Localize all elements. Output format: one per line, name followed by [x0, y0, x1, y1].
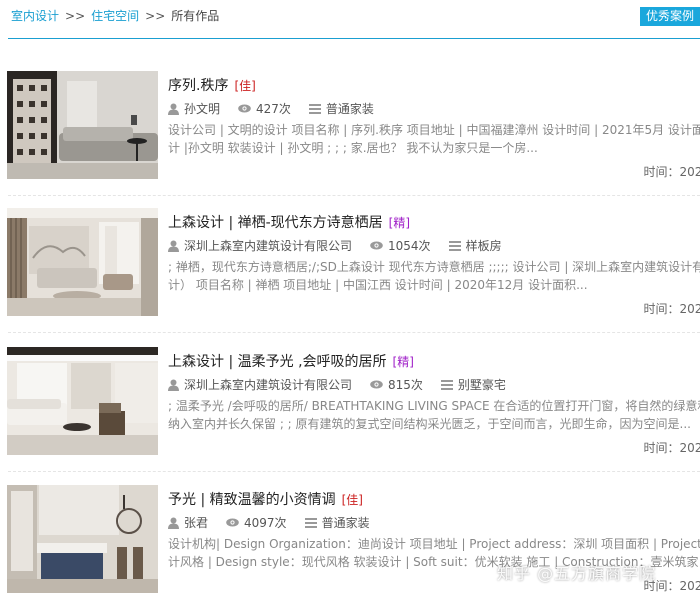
- item-info: 上森设计 | 温柔予光 ,会呼吸的居所 [精] 深圳上森室内建筑设计有限公司 81…: [168, 347, 700, 457]
- item-divider: [8, 332, 700, 333]
- item-time: 时间：2021-0: [643, 165, 700, 179]
- eye-icon: [238, 104, 251, 113]
- item-meta: 深圳上森室内建筑设计有限公司 1054次 样板房: [168, 237, 520, 254]
- breadcrumb-current: 所有作品: [171, 9, 220, 23]
- zhihu-watermark: 知乎 @五方旗商学院: [497, 564, 657, 583]
- breadcrumb-link-residential[interactable]: 住宅空间: [91, 9, 139, 23]
- list-item[interactable]: 序列.秩序 [佳] 孙文明 427次 普通家装 设计公司 | 文明的设计 项目名称…: [7, 71, 700, 181]
- project-thumbnail[interactable]: [7, 208, 158, 316]
- item-author: 张君: [184, 516, 209, 530]
- item-title[interactable]: 上森设计 | 温柔予光 ,会呼吸的居所 [精]: [168, 351, 414, 371]
- item-description: ; 禅栖，现代东方诗意栖居;/;SD上森设计 现代东方诗意栖居 ;;;;; 设计…: [168, 260, 700, 292]
- item-time: 时间：2021-0: [643, 302, 700, 316]
- user-icon: [168, 103, 179, 115]
- list-item[interactable]: 上森设计 | 温柔予光 ,会呼吸的居所 [精] 深圳上森室内建筑设计有限公司 81…: [7, 347, 700, 457]
- item-views: 4097次: [244, 516, 287, 530]
- item-description: ; 温柔予光 /会呼吸的居所/ BREATHTAKING LIVING SPAC…: [168, 399, 700, 431]
- quality-tag: [佳]: [234, 79, 256, 93]
- item-title[interactable]: 序列.秩序 [佳]: [168, 75, 256, 95]
- eye-icon: [370, 241, 383, 250]
- item-category[interactable]: 普通家装: [322, 514, 370, 531]
- list-item[interactable]: 上森设计 | 禅栖-现代东方诗意栖居 [精] 深圳上森室内建筑设计有限公司 105…: [7, 208, 700, 318]
- user-icon: [168, 517, 179, 529]
- item-author: 深圳上森室内建筑设计有限公司: [184, 239, 353, 253]
- breadcrumb-separator: >>: [145, 9, 166, 23]
- item-author: 孙文明: [184, 102, 221, 116]
- project-thumbnail[interactable]: [7, 71, 158, 179]
- excellent-cases-badge[interactable]: 优秀案例: [640, 7, 700, 26]
- project-thumbnail[interactable]: [7, 347, 158, 455]
- list-icon: [440, 379, 453, 390]
- quality-tag: [精]: [388, 216, 411, 230]
- item-description: 设计公司 | 文明的设计 项目名称 | 序列.秩序 项目地址 | 中国福建漳州 …: [168, 123, 700, 155]
- eye-icon: [370, 380, 383, 389]
- item-meta: 张君 4097次 普通家装: [168, 514, 388, 531]
- item-title[interactable]: 上森设计 | 禅栖-现代东方诗意栖居 [精]: [168, 212, 410, 232]
- quality-tag: [佳]: [341, 493, 363, 507]
- item-meta: 深圳上森室内建筑设计有限公司 815次 别墅豪宅: [168, 376, 524, 393]
- header-divider: [8, 38, 700, 39]
- breadcrumb-separator: >>: [65, 9, 86, 23]
- list-icon: [448, 240, 461, 251]
- item-views: 427次: [256, 102, 291, 116]
- item-divider: [8, 471, 700, 472]
- list-icon: [308, 103, 321, 114]
- item-views: 815次: [388, 378, 423, 392]
- item-divider: [8, 195, 700, 196]
- project-thumbnail[interactable]: [7, 485, 158, 593]
- item-views: 1054次: [388, 239, 431, 253]
- item-category[interactable]: 普通家装: [326, 100, 374, 117]
- user-icon: [168, 379, 179, 391]
- breadcrumb: 室内设计 >> 住宅空间 >> 所有作品: [11, 8, 219, 24]
- breadcrumb-link-interior[interactable]: 室内设计: [11, 9, 59, 23]
- quality-tag: [精]: [392, 355, 414, 369]
- item-category[interactable]: 别墅豪宅: [458, 376, 506, 393]
- eye-icon: [226, 518, 239, 527]
- item-info: 上森设计 | 禅栖-现代东方诗意栖居 [精] 深圳上森室内建筑设计有限公司 105…: [168, 208, 700, 318]
- item-info: 序列.秩序 [佳] 孙文明 427次 普通家装 设计公司 | 文明的设计 项目名称…: [168, 71, 700, 181]
- item-title[interactable]: 予光 | 精致温馨的小资情调 [佳]: [168, 489, 363, 509]
- item-author: 深圳上森室内建筑设计有限公司: [184, 378, 353, 392]
- item-meta: 孙文明 427次 普通家装: [168, 100, 392, 117]
- user-icon: [168, 240, 179, 252]
- list-icon: [304, 517, 317, 528]
- item-category[interactable]: 样板房: [466, 237, 502, 254]
- item-time: 时间：2021-0: [643, 441, 700, 455]
